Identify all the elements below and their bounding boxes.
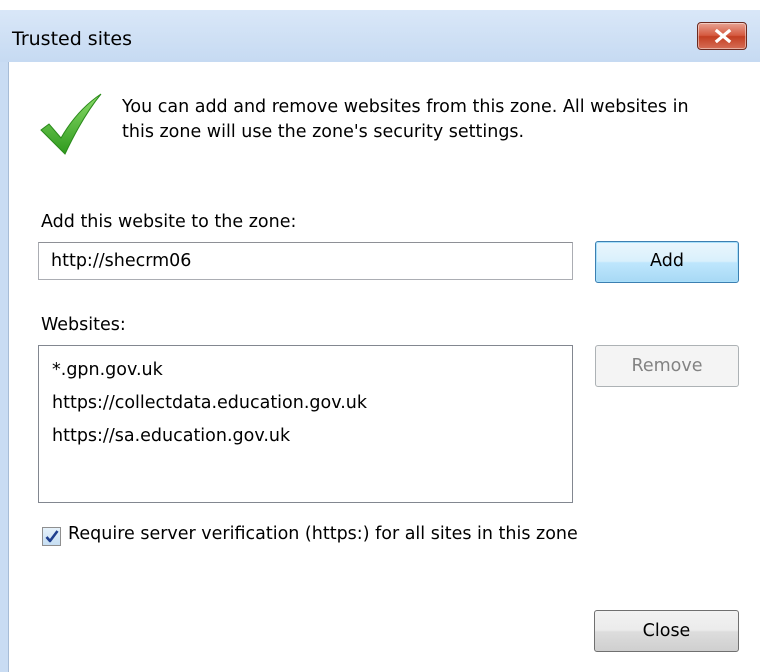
- websites-label: Websites:: [41, 315, 126, 335]
- remove-button[interactable]: Remove: [595, 345, 739, 387]
- close-icon: [714, 29, 732, 43]
- window-title: Trusted sites: [12, 28, 133, 50]
- server-verification-checkbox[interactable]: [42, 527, 61, 546]
- info-text-line-2: this zone will use the zone's security s…: [122, 122, 525, 142]
- title-bar[interactable]: Trusted sites: [0, 10, 760, 62]
- add-website-label: Add this website to the zone:: [41, 212, 297, 232]
- websites-list[interactable]: *.gpn.gov.uk https://collectdata.educati…: [38, 345, 573, 503]
- add-button[interactable]: Add: [595, 241, 739, 283]
- info-text-line-1: You can add and remove websites from thi…: [122, 97, 689, 117]
- website-url-input[interactable]: http://shecrm06: [38, 242, 573, 280]
- checkmark-icon: [40, 93, 102, 155]
- window-close-button[interactable]: [697, 22, 747, 50]
- dialog-body: You can add and remove websites from thi…: [8, 62, 760, 672]
- trusted-sites-dialog: Trusted sites You can add and remove web…: [0, 0, 760, 672]
- list-item[interactable]: *.gpn.gov.uk: [39, 354, 572, 387]
- server-verification-label[interactable]: Require server verification (https:) for…: [68, 524, 578, 544]
- list-item[interactable]: https://collectdata.education.gov.uk: [39, 387, 572, 420]
- checkmark-small-icon: [45, 530, 59, 543]
- close-button[interactable]: Close: [594, 610, 739, 652]
- list-item[interactable]: https://sa.education.gov.uk: [39, 420, 572, 453]
- top-strip: [0, 0, 760, 10]
- info-text: You can add and remove websites from thi…: [122, 95, 752, 145]
